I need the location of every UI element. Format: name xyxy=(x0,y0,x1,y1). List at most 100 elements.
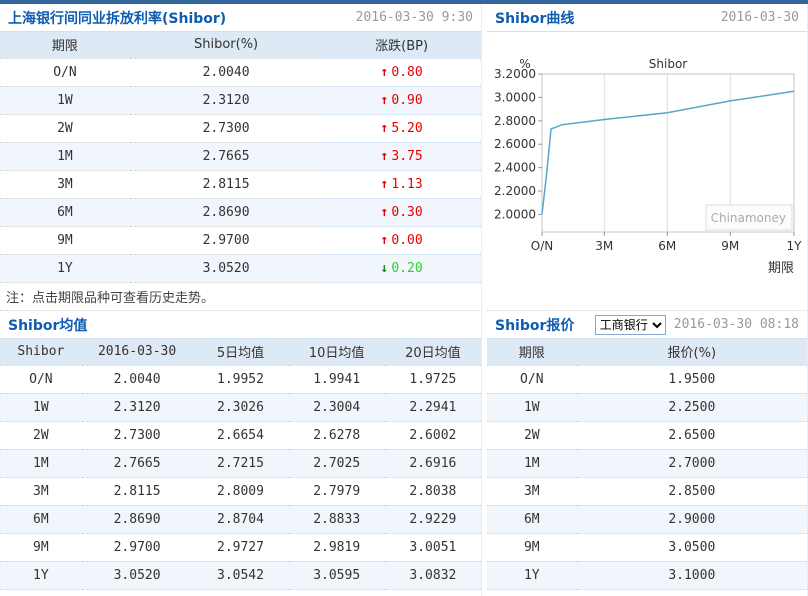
term-cell[interactable]: O/N xyxy=(0,58,130,86)
bank-select[interactable]: 工商银行 xyxy=(595,315,666,335)
rates-panel-title: 上海银行间同业拆放利率(Shibor) xyxy=(8,8,226,28)
value-cell: 2.3026 xyxy=(192,393,288,421)
panel-shibor-quote: Shibor报价 工商银行 2016-03-30 08:18 期限 报价(%) … xyxy=(487,310,808,596)
change-cell: ↑0.00 xyxy=(322,226,481,254)
value-cell: 1.9941 xyxy=(289,365,385,393)
column-header-term: 期限 xyxy=(0,32,130,58)
column-header-term: 期限 xyxy=(487,339,577,365)
average-table: Shibor 2016-03-30 5日均值 10日均值 20日均值 O/N2.… xyxy=(0,339,481,590)
table-row: 1Y3.05203.05423.05953.0832 xyxy=(0,561,481,589)
up-arrow-icon: ↑ xyxy=(381,205,389,220)
value-cell: 2.6654 xyxy=(192,421,288,449)
rates-note: 注：点击期限品种可查看历史走势。 xyxy=(0,283,481,306)
panel-shibor-rates: 上海银行间同业拆放利率(Shibor) 2016-03-30 9:30 期限 S… xyxy=(0,4,482,310)
value-cell: 2.8500 xyxy=(577,477,807,505)
column-header-change: 涨跌(BP) xyxy=(322,32,481,58)
value-cell: 1.9952 xyxy=(192,365,288,393)
term-cell: 3M xyxy=(0,477,82,505)
curve-panel-header: Shibor曲线 2016-03-30 xyxy=(487,4,807,32)
value-cell: 2.6002 xyxy=(385,421,481,449)
value-cell: 2.2500 xyxy=(577,393,807,421)
term-cell[interactable]: 1M xyxy=(0,142,130,170)
term-cell[interactable]: 1Y xyxy=(0,254,130,282)
up-arrow-icon: ↑ xyxy=(381,65,389,80)
table-row: 6M2.8690↑0.30 xyxy=(0,198,481,226)
up-arrow-icon: ↑ xyxy=(381,93,389,108)
term-cell: 1W xyxy=(487,393,577,421)
down-arrow-icon: ↓ xyxy=(381,261,389,276)
term-cell: 3M xyxy=(487,477,577,505)
table-row: 2W2.6500 xyxy=(487,421,807,449)
bottom-section: Shibor均值 Shibor 2016-03-30 5日均值 10日均值 20… xyxy=(0,310,808,596)
x-tick-label: 9M xyxy=(721,239,739,253)
rates-table: 期限 Shibor(%) 涨跌(BP) O/N2.0040↑0.801W2.31… xyxy=(0,32,481,283)
up-arrow-icon: ↑ xyxy=(381,149,389,164)
term-cell: 1W xyxy=(0,393,82,421)
table-row: 1Y3.1000 xyxy=(487,561,807,589)
table-row: 1M2.7665↑3.75 xyxy=(0,142,481,170)
term-cell[interactable]: 9M xyxy=(0,226,130,254)
table-row: 3M2.8500 xyxy=(487,477,807,505)
term-cell[interactable]: 6M xyxy=(0,198,130,226)
y-tick-label: 2.8000 xyxy=(494,114,536,128)
change-cell: ↑5.20 xyxy=(322,114,481,142)
change-value: 0.90 xyxy=(391,93,422,108)
value-cell: 2.8690 xyxy=(82,505,193,533)
rate-cell: 3.0520 xyxy=(130,254,322,282)
change-cell: ↑0.80 xyxy=(322,58,481,86)
value-cell: 2.3120 xyxy=(82,393,193,421)
column-header-shibor: Shibor(%) xyxy=(130,32,322,58)
table-row: 1W2.2500 xyxy=(487,393,807,421)
value-cell: 3.0595 xyxy=(289,561,385,589)
column-header-quote: 报价(%) xyxy=(577,339,807,365)
value-cell: 2.9229 xyxy=(385,505,481,533)
y-tick-label: 3.2000 xyxy=(494,67,536,81)
value-cell: 2.2941 xyxy=(385,393,481,421)
change-cell: ↑0.90 xyxy=(322,86,481,114)
table-row: 2W2.73002.66542.62782.6002 xyxy=(0,421,481,449)
term-cell: 1Y xyxy=(487,561,577,589)
term-cell: 9M xyxy=(0,533,82,561)
panel-shibor-average: Shibor均值 Shibor 2016-03-30 5日均值 10日均值 20… xyxy=(0,310,482,596)
table-row: 2W2.7300↑5.20 xyxy=(0,114,481,142)
term-cell[interactable]: 2W xyxy=(0,114,130,142)
quote-table: 期限 报价(%) O/N1.95001W2.25002W2.65001M2.70… xyxy=(487,339,807,590)
table-row: 3M2.81152.80092.79792.8038 xyxy=(0,477,481,505)
value-cell: 3.0832 xyxy=(385,561,481,589)
column-header-avg10: 10日均值 xyxy=(289,339,385,365)
table-row: 1W2.3120↑0.90 xyxy=(0,86,481,114)
quote-panel-header: Shibor报价 工商银行 2016-03-30 08:18 xyxy=(487,311,807,339)
term-cell: 2W xyxy=(487,421,577,449)
column-header-avg20: 20日均值 xyxy=(385,339,481,365)
curve-chart-area: %Shibor3.20003.00002.80002.60002.40002.2… xyxy=(487,32,807,282)
curve-date: 2016-03-30 xyxy=(721,10,799,25)
term-cell: O/N xyxy=(487,365,577,393)
average-panel-title: Shibor均值 xyxy=(8,315,87,335)
y-tick-label: 2.6000 xyxy=(494,137,536,151)
y-tick-label: 2.2000 xyxy=(494,184,536,198)
rate-cell: 2.9700 xyxy=(130,226,322,254)
term-cell[interactable]: 1W xyxy=(0,86,130,114)
table-row: O/N2.0040↑0.80 xyxy=(0,58,481,86)
curve-panel-title: Shibor曲线 xyxy=(495,8,574,28)
x-tick-label: 6M xyxy=(658,239,676,253)
rates-table-header-row: 期限 Shibor(%) 涨跌(BP) xyxy=(0,32,481,58)
table-row: 1W2.31202.30262.30042.2941 xyxy=(0,393,481,421)
watermark-text: Chinamoney xyxy=(711,211,786,225)
column-header-avg5: 5日均值 xyxy=(192,339,288,365)
average-table-header-row: Shibor 2016-03-30 5日均值 10日均值 20日均值 xyxy=(0,339,481,365)
change-cell: ↑0.30 xyxy=(322,198,481,226)
rate-cell: 2.8115 xyxy=(130,170,322,198)
term-cell: 9M xyxy=(487,533,577,561)
value-cell: 3.1000 xyxy=(577,561,807,589)
value-cell: 2.7979 xyxy=(289,477,385,505)
change-value: 0.30 xyxy=(391,205,422,220)
change-value: 5.20 xyxy=(391,121,422,136)
table-row: O/N1.9500 xyxy=(487,365,807,393)
panel-shibor-curve: Shibor曲线 2016-03-30 %Shibor3.20003.00002… xyxy=(487,4,808,310)
value-cell: 2.6916 xyxy=(385,449,481,477)
value-cell: 2.0040 xyxy=(82,365,193,393)
term-cell: 1M xyxy=(0,449,82,477)
shibor-curve-line xyxy=(542,91,794,214)
term-cell[interactable]: 3M xyxy=(0,170,130,198)
